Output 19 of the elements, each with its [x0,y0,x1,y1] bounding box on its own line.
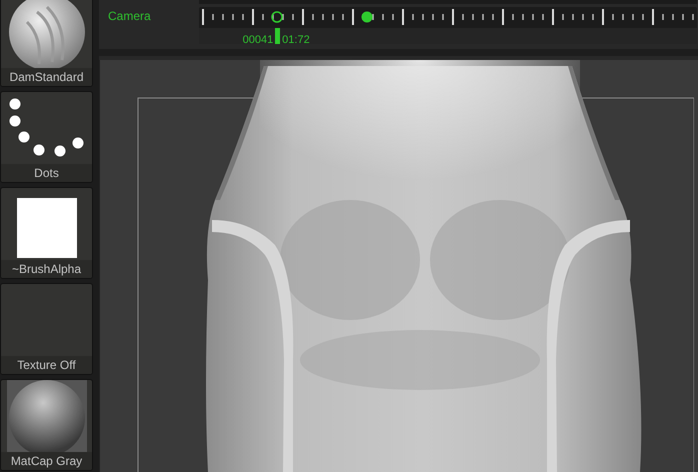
thumbnail-tile[interactable]: Texture Off [0,283,93,375]
thumbnail-tile[interactable]: MatCap Gray [0,379,93,471]
thumbnail-tile[interactable]: DamStandard [0,0,93,87]
timeline-track[interactable] [199,7,697,29]
playhead[interactable] [275,28,280,44]
timeline-label: Camera [107,8,152,25]
matcap-sphere-icon [6,380,86,452]
tile-label: ~BrushAlpha [1,260,92,278]
square-icon [16,198,76,258]
frame-readout: 00041 [242,34,274,46]
keyframe-icon[interactable] [362,12,372,22]
tile-label: Dots [1,164,92,182]
time-readout: 01:72 [282,34,310,46]
thumbnail-tile[interactable]: ~BrushAlpha [0,187,93,279]
tile-label: DamStandard [1,68,92,86]
tile-label: MatCap Gray [1,452,92,470]
tile-label: Texture Off [1,356,92,374]
keyframe-icon[interactable] [271,11,283,23]
thumbnail-tile[interactable]: Dots [0,91,93,183]
